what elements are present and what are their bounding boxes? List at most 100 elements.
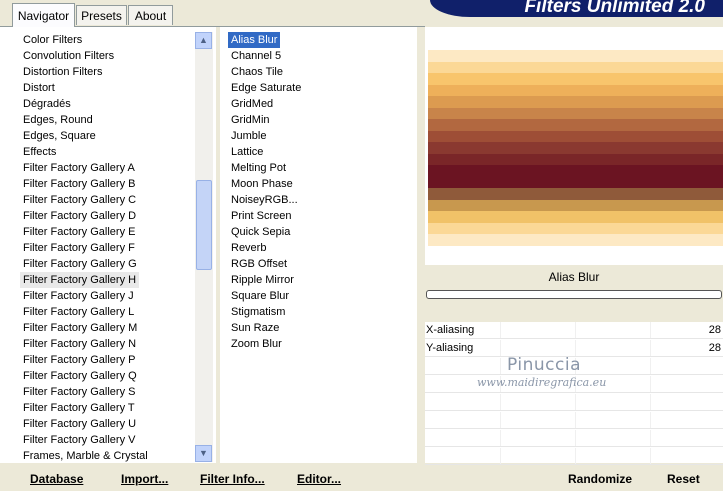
database-button[interactable]: Database bbox=[30, 469, 83, 489]
category-item[interactable]: Filter Factory Gallery E bbox=[20, 224, 138, 240]
category-item[interactable]: Filter Factory Gallery H bbox=[20, 272, 140, 288]
param-gridline bbox=[500, 430, 501, 446]
category-item[interactable]: Filter Factory Gallery V bbox=[20, 432, 138, 448]
filter-item[interactable]: Reverb bbox=[228, 240, 269, 256]
filter-item[interactable]: GridMin bbox=[228, 112, 273, 128]
preview-stripe bbox=[428, 188, 723, 200]
category-item[interactable]: Filter Factory Gallery N bbox=[20, 336, 139, 352]
category-item[interactable]: Filter Factory Gallery Q bbox=[20, 368, 140, 384]
category-item[interactable]: Filter Factory Gallery A bbox=[20, 160, 138, 176]
preview-stripe bbox=[428, 96, 723, 108]
scroll-down-icon[interactable]: ▼ bbox=[195, 445, 212, 462]
filter-item[interactable]: Lattice bbox=[228, 144, 266, 160]
category-item[interactable]: Filter Factory Gallery M bbox=[20, 320, 140, 336]
category-item[interactable]: Filter Factory Gallery S bbox=[20, 384, 138, 400]
preview-stripe bbox=[428, 61, 723, 74]
param-gridline bbox=[650, 340, 651, 356]
category-item[interactable]: Distortion Filters bbox=[20, 64, 105, 80]
category-item[interactable]: Edges, Round bbox=[20, 112, 96, 128]
editor-button[interactable]: Editor... bbox=[297, 469, 341, 489]
filter-item[interactable]: Print Screen bbox=[228, 208, 295, 224]
randomize-button[interactable]: Randomize bbox=[568, 469, 632, 489]
filter-item[interactable]: Jumble bbox=[228, 128, 269, 144]
filter-item[interactable]: NoiseyRGB... bbox=[228, 192, 301, 208]
param-label: Y-aliasing bbox=[426, 342, 474, 354]
category-item[interactable]: Dégradés bbox=[20, 96, 74, 112]
filter-item[interactable]: Square Blur bbox=[228, 288, 292, 304]
preview-stripe bbox=[428, 176, 723, 189]
preview-image bbox=[428, 50, 723, 246]
progress-bar bbox=[426, 290, 722, 299]
filter-item[interactable]: Quick Sepia bbox=[228, 224, 293, 240]
filter-item[interactable]: Zoom Blur bbox=[228, 336, 285, 352]
param-gridline bbox=[650, 358, 651, 374]
param-gridline bbox=[500, 412, 501, 428]
filter-item[interactable]: RGB Offset bbox=[228, 256, 290, 272]
filter-item[interactable]: Melting Pot bbox=[228, 160, 289, 176]
preview-stripe bbox=[428, 234, 723, 246]
filter-item[interactable]: Ripple Mirror bbox=[228, 272, 297, 288]
reset-button[interactable]: Reset bbox=[667, 469, 700, 489]
param-row-empty bbox=[425, 448, 723, 465]
category-item[interactable]: Distort bbox=[20, 80, 58, 96]
category-item[interactable]: Filter Factory Gallery B bbox=[20, 176, 138, 192]
param-gridline bbox=[650, 322, 651, 338]
param-gridline bbox=[575, 394, 576, 410]
param-gridline bbox=[500, 340, 501, 356]
preview-stripe bbox=[428, 153, 723, 166]
param-gridline bbox=[575, 322, 576, 338]
param-gridline bbox=[650, 448, 651, 464]
param-gridline bbox=[650, 376, 651, 392]
preview-stripe bbox=[428, 50, 723, 62]
filter-item[interactable]: Sun Raze bbox=[228, 320, 282, 336]
category-item[interactable]: Filter Factory Gallery J bbox=[20, 288, 137, 304]
param-row[interactable]: X-aliasing 28 bbox=[425, 322, 723, 339]
param-gridline bbox=[575, 412, 576, 428]
scroll-up-icon[interactable]: ▲ bbox=[195, 32, 212, 49]
filter-item[interactable]: Alias Blur bbox=[228, 32, 281, 48]
param-value[interactable]: 28 bbox=[709, 340, 721, 357]
parameter-panel[interactable]: X-aliasing 28 Y-aliasing 28 bbox=[425, 322, 723, 465]
category-item[interactable]: Filter Factory Gallery F bbox=[20, 240, 138, 256]
scroll-thumb[interactable] bbox=[196, 180, 212, 270]
param-row-empty bbox=[425, 430, 723, 447]
filter-item[interactable]: Edge Saturate bbox=[228, 80, 304, 96]
effect-name: Alias Blur bbox=[425, 266, 723, 288]
category-item[interactable]: Frames, Marble & Crystal bbox=[20, 448, 151, 464]
tab-presets[interactable]: Presets bbox=[76, 5, 127, 25]
category-item[interactable]: Color Filters bbox=[20, 32, 85, 48]
param-gridline bbox=[575, 448, 576, 464]
tab-navigator[interactable]: Navigator bbox=[12, 3, 75, 27]
filter-item[interactable]: Channel 5 bbox=[228, 48, 284, 64]
category-item[interactable]: Filter Factory Gallery L bbox=[20, 304, 137, 320]
category-item[interactable]: Filter Factory Gallery D bbox=[20, 208, 139, 224]
app-banner: Filters Unlimited 2.0 bbox=[430, 0, 723, 17]
category-item[interactable]: Filter Factory Gallery C bbox=[20, 192, 139, 208]
param-row-empty bbox=[425, 412, 723, 429]
param-gridline bbox=[650, 394, 651, 410]
preview-stripe bbox=[428, 130, 723, 143]
filter-list[interactable]: Alias Blur Channel 5 Chaos Tile Edge Satura… bbox=[220, 27, 417, 463]
param-label: X-aliasing bbox=[426, 324, 475, 336]
filter-item[interactable]: Moon Phase bbox=[228, 176, 296, 192]
category-item[interactable]: Filter Factory Gallery T bbox=[20, 400, 138, 416]
category-item[interactable]: Edges, Square bbox=[20, 128, 99, 144]
category-item[interactable]: Convolution Filters bbox=[20, 48, 117, 64]
category-item[interactable]: Filter Factory Gallery P bbox=[20, 352, 138, 368]
preview-stripe bbox=[428, 84, 723, 97]
param-gridline bbox=[575, 340, 576, 356]
import-button[interactable]: Import... bbox=[121, 469, 168, 489]
filter-info-button[interactable]: Filter Info... bbox=[200, 469, 265, 489]
watermark-url: www.maidiregrafica.eu bbox=[477, 376, 607, 389]
category-item[interactable]: Filter Factory Gallery U bbox=[20, 416, 139, 432]
filter-item[interactable]: Stigmatism bbox=[228, 304, 288, 320]
tab-about[interactable]: About bbox=[128, 5, 173, 25]
category-item[interactable]: Filter Factory Gallery G bbox=[20, 256, 140, 272]
param-value[interactable]: 28 bbox=[709, 322, 721, 339]
category-list[interactable]: Color Filters Convolution Filters Distorti… bbox=[0, 27, 216, 463]
category-item[interactable]: Effects bbox=[20, 144, 59, 160]
filter-item[interactable]: GridMed bbox=[228, 96, 276, 112]
preview-stripe bbox=[428, 107, 723, 120]
filter-item[interactable]: Chaos Tile bbox=[228, 64, 286, 80]
category-scrollbar[interactable]: ▲ ▼ bbox=[195, 32, 213, 462]
